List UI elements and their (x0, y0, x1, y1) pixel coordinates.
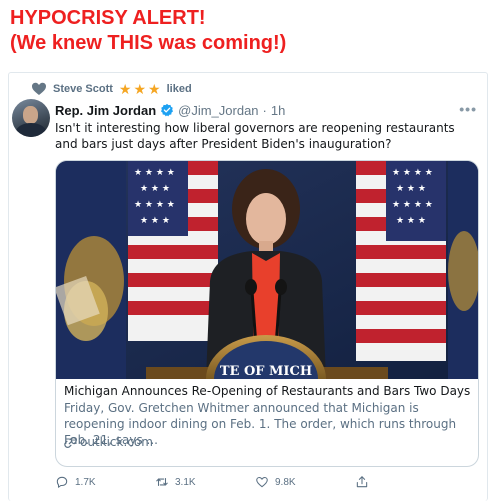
reply-count: 1.7K (75, 476, 96, 488)
star-icon: ★ (133, 81, 147, 97)
preview-photo: ★ ★ ★ ★ ★ ★ ★ ★ ★ ★ ★ ★ ★ ★ ★ ★ ★ ★ ★ ★ … (56, 161, 478, 379)
tweet-header: Rep. Jim Jordan @Jim_Jordan · 1h (55, 101, 285, 119)
headline: HYPOCRISY ALERT! (We knew THIS was comin… (10, 6, 286, 56)
podium-seal-text: TE OF MICH (220, 364, 312, 379)
star-icon: ★ (148, 81, 161, 97)
share-button[interactable] (355, 475, 455, 489)
link-preview-card[interactable]: ★ ★ ★ ★ ★ ★ ★ ★ ★ ★ ★ ★ ★ ★ ★ ★ ★ ★ ★ ★ … (55, 160, 479, 467)
author-name[interactable]: Rep. Jim Jordan (55, 103, 156, 118)
svg-text:★ ★ ★: ★ ★ ★ (140, 184, 170, 194)
like-button[interactable]: 9.8K (255, 475, 355, 489)
star-icon: ★ (118, 81, 132, 97)
author-handle[interactable]: @Jim_Jordan (178, 103, 258, 118)
svg-text:★ ★ ★ ★: ★ ★ ★ ★ (392, 200, 433, 210)
reply-button[interactable]: 1.7K (55, 475, 155, 489)
timestamp[interactable]: 1h (271, 103, 285, 118)
link-domain[interactable]: outkick.com (64, 434, 153, 450)
more-icon[interactable]: ••• (459, 101, 477, 117)
separator: · (262, 102, 267, 118)
star-rating: ★ ★ ★ (119, 82, 161, 96)
social-context: Steve Scott ★ ★ ★ liked (31, 81, 192, 97)
svg-text:★ ★ ★: ★ ★ ★ (396, 184, 426, 194)
link-domain-text: outkick.com (80, 435, 153, 449)
verified-badge-icon (161, 103, 174, 117)
like-icon (256, 476, 268, 488)
share-icon (356, 476, 368, 488)
svg-text:★ ★ ★ ★: ★ ★ ★ ★ (134, 200, 175, 210)
link-icon (64, 436, 77, 448)
headline-line-2: (We knew THIS was coming!) (10, 32, 287, 54)
link-title[interactable]: Michigan Announces Re-Opening of Restaur… (64, 384, 470, 398)
retweet-icon (156, 477, 168, 487)
svg-text:★ ★ ★ ★: ★ ★ ★ ★ (392, 168, 433, 178)
tweet-actions: 1.7K 3.1K 9.8K (55, 473, 475, 491)
reply-icon (56, 476, 68, 488)
like-count: 9.8K (275, 476, 296, 488)
svg-text:★ ★ ★: ★ ★ ★ (140, 216, 170, 226)
retweet-count: 3.1K (175, 476, 196, 488)
liked-label: liked (166, 83, 192, 95)
svg-text:★ ★ ★: ★ ★ ★ (396, 216, 426, 226)
liked-by-user[interactable]: Steve Scott (53, 83, 113, 95)
preview-image[interactable]: ★ ★ ★ ★ ★ ★ ★ ★ ★ ★ ★ ★ ★ ★ ★ ★ ★ ★ ★ ★ … (56, 161, 478, 379)
tweet-text: Isn't it interesting how liberal governo… (55, 121, 455, 151)
avatar[interactable] (12, 99, 50, 137)
retweet-button[interactable]: 3.1K (155, 475, 255, 489)
tweet-card[interactable]: Steve Scott ★ ★ ★ liked Rep. Jim Jordan … (8, 72, 488, 501)
svg-text:★ ★ ★ ★: ★ ★ ★ ★ (134, 168, 175, 178)
headline-line-1: HYPOCRISY ALERT! (10, 7, 206, 29)
heart-icon (32, 82, 46, 95)
